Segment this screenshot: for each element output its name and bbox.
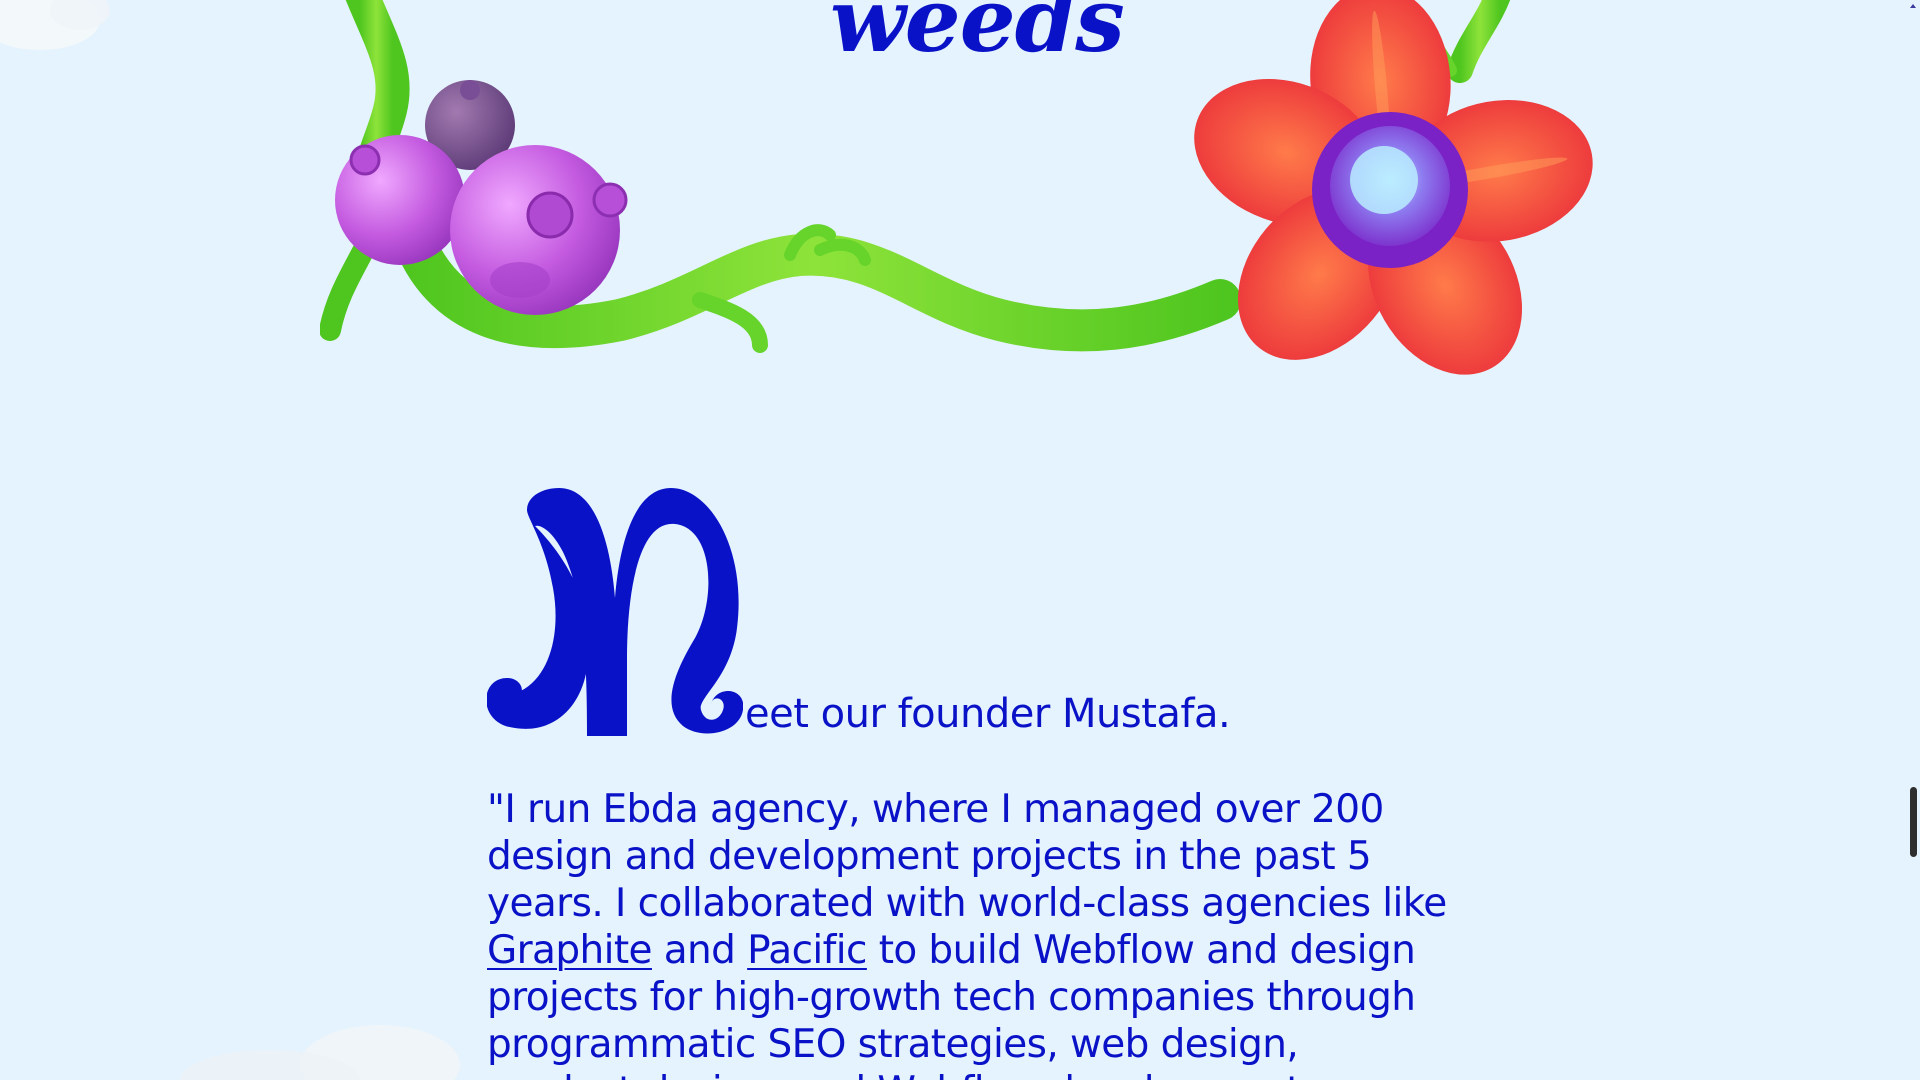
vine-illustration-icon (320, 0, 1593, 375)
scrollbar-thumb[interactable] (1910, 787, 1917, 857)
graphite-link[interactable]: Graphite (487, 928, 653, 973)
corner-flower-bottom-left-icon (180, 1025, 460, 1080)
quote-text-2: and (651, 928, 748, 973)
pacific-link[interactable]: Pacific (747, 928, 867, 973)
scroll-up-icon[interactable] (1910, 4, 1916, 8)
scrollbar[interactable] (1906, 0, 1920, 1080)
founder-quote: "I run Ebda agency, where I managed over… (487, 786, 1447, 1080)
founder-heading-text: eet our founder Mustafa. (745, 691, 1231, 737)
founder-heading: eet our founder Mustafa. (487, 488, 1231, 738)
page: weeds eet our founder Mustafa. "I run Eb… (0, 0, 1920, 1080)
corner-flower-top-left-icon (0, 0, 110, 50)
quote-text-1: "I run Ebda agency, where I managed over… (487, 787, 1447, 926)
dropcap-m-icon (487, 488, 743, 736)
